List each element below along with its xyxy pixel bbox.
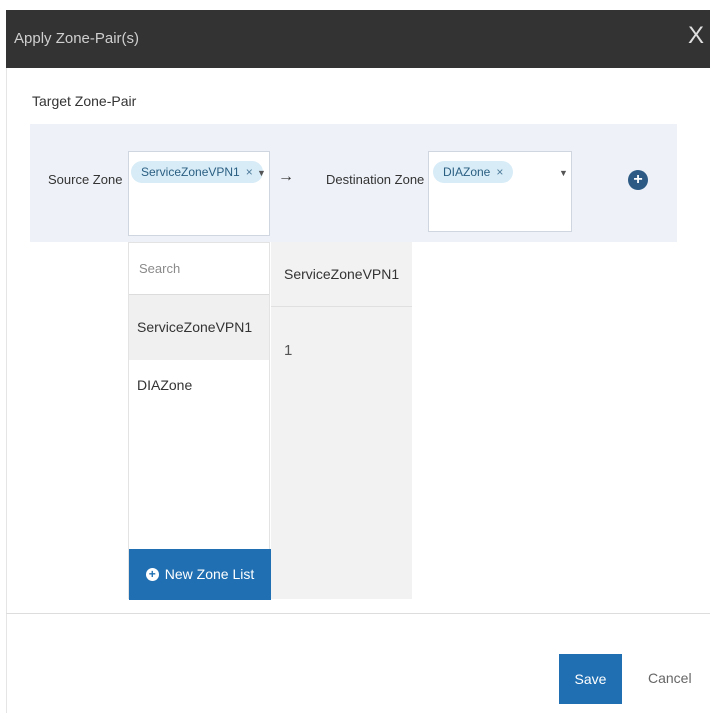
zone-pair-row: Source Zone ServiceZoneVPN1 × ▼ → Destina… bbox=[30, 124, 677, 242]
add-zone-pair-icon[interactable]: + bbox=[628, 170, 648, 190]
arrow-right-icon: → bbox=[278, 168, 294, 185]
plus-circle-icon: + bbox=[145, 567, 159, 581]
chevron-down-icon[interactable]: ▼ bbox=[559, 168, 568, 178]
close-button[interactable]: X bbox=[688, 24, 704, 48]
source-zone-chip: ServiceZoneVPN1 × bbox=[131, 161, 263, 183]
zone-detail-header: ServiceZoneVPN1 bbox=[271, 242, 412, 307]
zone-dropdown: ServiceZoneVPN1 DIAZone + New Zone List bbox=[128, 242, 271, 600]
source-zone-select[interactable]: ServiceZoneVPN1 × ▼ bbox=[128, 151, 270, 236]
zone-detail-count: 1 bbox=[284, 342, 293, 359]
section-title: Target Zone-Pair bbox=[32, 93, 137, 109]
chevron-down-icon[interactable]: ▼ bbox=[257, 168, 266, 178]
chip-remove-icon[interactable]: × bbox=[246, 165, 253, 179]
zone-option[interactable]: DIAZone bbox=[129, 360, 269, 410]
source-zone-chip-label: ServiceZoneVPN1 bbox=[141, 165, 240, 179]
destination-zone-label: Destination Zone bbox=[326, 172, 425, 187]
dialog-border bbox=[6, 68, 7, 713]
zone-option[interactable]: ServiceZoneVPN1 bbox=[129, 295, 269, 360]
save-button[interactable]: Save bbox=[559, 654, 622, 704]
source-zone-label: Source Zone bbox=[48, 172, 123, 187]
new-zone-list-label: New Zone List bbox=[164, 566, 255, 582]
footer-divider bbox=[6, 613, 710, 614]
destination-zone-select[interactable]: DIAZone × ▼ bbox=[428, 151, 572, 232]
destination-zone-chip: DIAZone × bbox=[433, 161, 514, 183]
cancel-button[interactable]: Cancel bbox=[648, 670, 692, 686]
zone-detail-panel: ServiceZoneVPN1 1 bbox=[271, 242, 412, 599]
new-zone-list-button[interactable]: + New Zone List bbox=[129, 549, 271, 600]
dialog-title: Apply Zone-Pair(s) bbox=[14, 30, 140, 47]
search-input[interactable] bbox=[129, 243, 269, 295]
dialog-titlebar: Apply Zone-Pair(s) X bbox=[6, 10, 710, 68]
destination-zone-chip-label: DIAZone bbox=[443, 165, 491, 179]
chip-remove-icon[interactable]: × bbox=[496, 165, 503, 179]
